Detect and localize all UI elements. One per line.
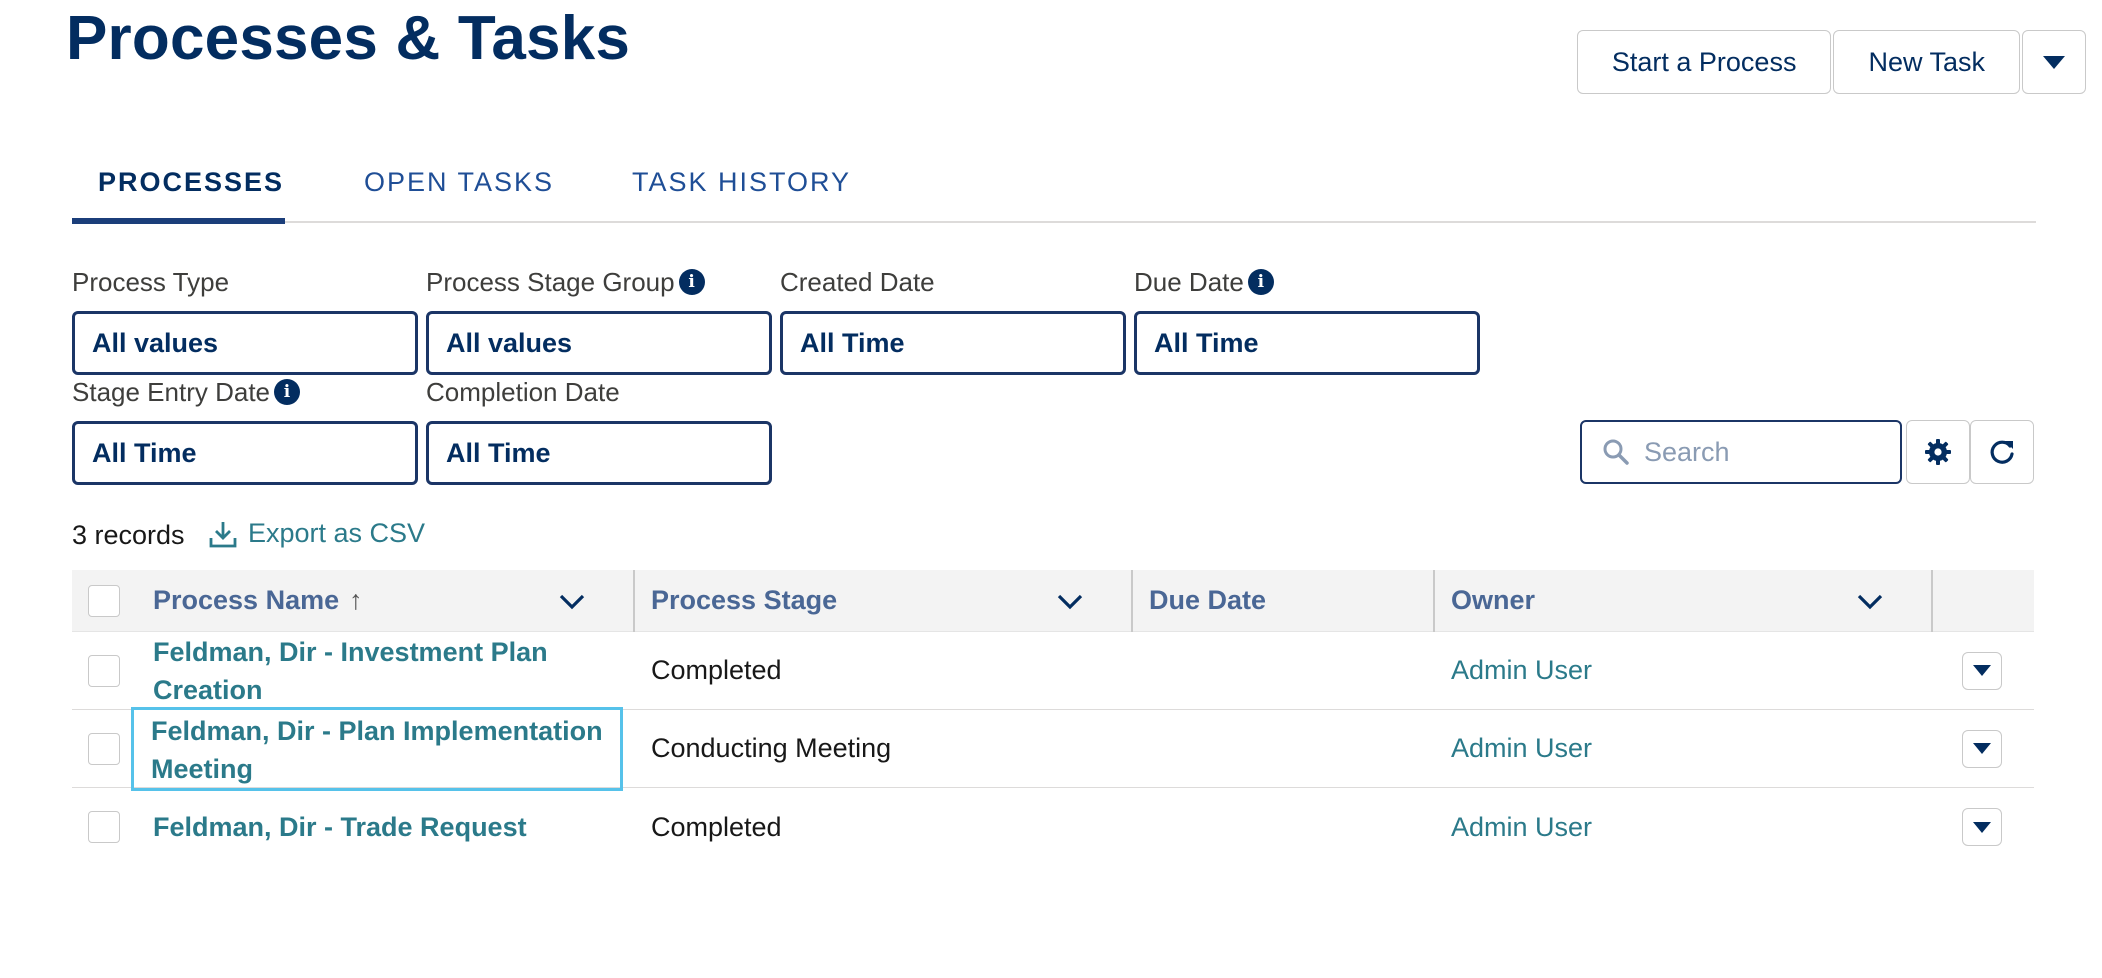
- column-due-date[interactable]: Due Date: [1149, 570, 1266, 631]
- column-divider[interactable]: [1931, 570, 1933, 632]
- start-process-button[interactable]: Start a Process: [1576, 30, 1832, 94]
- filter-label: Created Date: [780, 266, 935, 297]
- chevron-down-icon[interactable]: [1855, 588, 1885, 614]
- owner-link[interactable]: Admin User: [1451, 812, 1592, 843]
- record-count: 3 records: [72, 520, 185, 550]
- filter-created-date: Created Date All Time: [780, 267, 1126, 375]
- due-date-select[interactable]: All Time: [1134, 311, 1480, 375]
- owner-link[interactable]: Admin User: [1451, 733, 1592, 764]
- filter-label: Process Stage Group: [426, 266, 675, 297]
- process-name-line: Feldman, Dir - Investment Plan: [153, 636, 548, 667]
- process-stage-group-select[interactable]: All values: [426, 311, 772, 375]
- tab-task-history[interactable]: TASK HISTORY: [632, 165, 851, 199]
- process-stage: Conducting Meeting: [651, 733, 892, 763]
- filter-stage-entry-date: Stage Entry Date i All Time: [72, 377, 418, 485]
- export-csv-link[interactable]: Export as CSV: [208, 518, 425, 549]
- column-owner[interactable]: Owner: [1451, 570, 1535, 631]
- process-table: Process Name ↑ Process Stage Due Date Ow…: [72, 570, 2034, 866]
- process-name-line: Feldman, Dir - Plan Implementation: [151, 715, 603, 746]
- column-divider[interactable]: [1433, 570, 1435, 632]
- column-label: Owner: [1451, 585, 1536, 615]
- process-stage: Completed: [651, 811, 782, 842]
- column-process-stage[interactable]: Process Stage: [651, 570, 837, 631]
- page-title: Processes & Tasks: [66, 4, 631, 73]
- owner-link[interactable]: Admin User: [1451, 655, 1592, 686]
- row-actions-button[interactable]: [1962, 651, 2002, 690]
- caret-down-icon: [1973, 665, 1991, 676]
- search-icon: [1603, 439, 1629, 465]
- process-name-link[interactable]: Feldman, Dir - Plan Implementation Meeti…: [131, 706, 623, 791]
- completion-date-select[interactable]: All Time: [426, 421, 772, 485]
- process-name-line: Creation: [153, 674, 263, 705]
- filter-process-type: Process Type All values: [72, 267, 418, 375]
- download-icon: [209, 521, 237, 547]
- filter-label: Due Date: [1134, 266, 1244, 297]
- process-name-link[interactable]: Feldman, Dir - Trade Request: [153, 808, 527, 846]
- process-name-line: Feldman, Dir - Trade Request: [153, 812, 527, 842]
- column-process-name[interactable]: Process Name ↑: [153, 570, 363, 631]
- info-icon[interactable]: i: [1247, 269, 1274, 295]
- row-actions-button[interactable]: [1962, 808, 2002, 846]
- search-box: [1580, 420, 1902, 484]
- active-tab-indicator: [72, 218, 285, 224]
- row-checkbox[interactable]: [88, 811, 120, 843]
- filter-label: Stage Entry Date: [72, 376, 270, 407]
- more-actions-button[interactable]: [2022, 30, 2086, 94]
- info-icon[interactable]: i: [678, 269, 705, 295]
- export-csv-label: Export as CSV: [248, 518, 426, 548]
- stage-entry-date-select[interactable]: All Time: [72, 421, 418, 485]
- table-row: Feldman, Dir - Investment Plan Creation …: [72, 632, 2034, 710]
- info-icon[interactable]: i: [274, 379, 300, 405]
- gear-icon: [1925, 439, 1951, 465]
- sort-arrow-up-icon: ↑: [349, 585, 363, 615]
- row-checkbox[interactable]: [88, 732, 120, 765]
- header-actions: Start a Process New Task: [1576, 30, 2086, 94]
- filter-due-date: Due Date i All Time: [1134, 267, 1480, 375]
- chevron-down-icon[interactable]: [557, 588, 587, 614]
- filter-process-stage-group: Process Stage Group i All values: [426, 267, 772, 375]
- column-label: Process Stage: [651, 585, 838, 615]
- column-divider[interactable]: [1131, 570, 1133, 632]
- filter-completion-date: Completion Date All Time: [426, 377, 772, 485]
- caret-down-icon: [1973, 743, 1991, 754]
- process-name-link[interactable]: Feldman, Dir - Investment Plan Creation: [153, 633, 548, 709]
- tab-open-tasks[interactable]: OPEN TASKS: [364, 165, 554, 199]
- refresh-icon: [1990, 440, 2014, 464]
- filter-label: Process Type: [72, 266, 230, 297]
- process-type-select[interactable]: All values: [72, 311, 418, 375]
- table-row: Feldman, Dir - Trade Request Completed A…: [72, 788, 2034, 866]
- settings-button[interactable]: [1906, 420, 1970, 484]
- column-label: Due Date: [1149, 585, 1267, 615]
- filter-label: Completion Date: [426, 376, 620, 407]
- process-name-line: Meeting: [151, 753, 254, 784]
- created-date-select[interactable]: All Time: [780, 311, 1126, 375]
- refresh-button[interactable]: [1970, 420, 2034, 484]
- caret-down-icon: [1973, 821, 1991, 833]
- caret-down-icon: [2043, 55, 2065, 69]
- tab-bar: PROCESSES OPEN TASKS TASK HISTORY: [72, 145, 2036, 224]
- column-label: Process Name: [153, 585, 340, 615]
- column-divider[interactable]: [633, 570, 635, 632]
- row-checkbox[interactable]: [88, 654, 120, 687]
- table-header: Process Name ↑ Process Stage Due Date Ow…: [72, 570, 2034, 632]
- select-all-checkbox[interactable]: [88, 584, 120, 617]
- row-actions-button[interactable]: [1962, 729, 2002, 768]
- chevron-down-icon[interactable]: [1055, 588, 1085, 614]
- table-row: Feldman, Dir - Plan Implementation Meeti…: [72, 706, 2034, 791]
- new-task-button[interactable]: New Task: [1833, 30, 2020, 94]
- tab-processes[interactable]: PROCESSES: [98, 165, 284, 199]
- search-input[interactable]: [1644, 436, 1884, 468]
- process-stage: Completed: [651, 655, 782, 685]
